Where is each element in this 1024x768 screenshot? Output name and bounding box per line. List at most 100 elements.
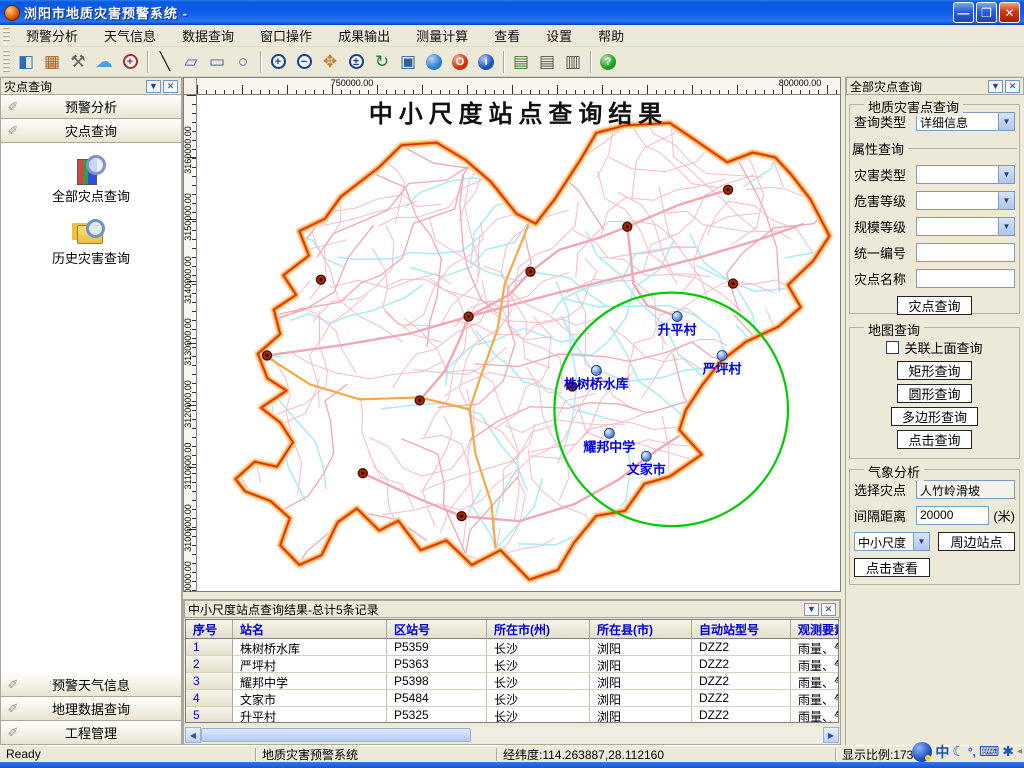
theme-map-icon[interactable]: ▦ <box>40 50 64 74</box>
table-row[interactable]: 2严坪村P5363长沙浏阳DZZ2雨量、气 <box>186 656 838 673</box>
pin-icon[interactable]: ▼ <box>146 80 161 93</box>
group-header-地理数据查询[interactable]: ✐地理数据查询 <box>0 697 182 721</box>
menu-grip[interactable] <box>3 27 10 44</box>
nearby-stations-button[interactable]: 周边站点 <box>938 532 1015 551</box>
group-header-预警分析[interactable]: ✐预警分析 <box>0 95 182 119</box>
column-header-7[interactable]: 观测要素 <box>791 620 839 639</box>
menu-item-9[interactable]: 帮助 <box>585 24 637 47</box>
chevron-down-icon[interactable]: ▼ <box>913 533 929 550</box>
restore-button[interactable]: ❐ <box>976 2 997 23</box>
chevron-down-icon[interactable]: ▼ <box>998 218 1014 235</box>
map-output-icon[interactable]: ▤ <box>509 50 533 74</box>
cloud-weather-icon[interactable]: ☁ <box>92 50 116 74</box>
zoom-in-icon[interactable]: + <box>266 50 290 74</box>
map-query-button-4[interactable]: 点击查询 <box>897 430 971 449</box>
menu-item-3[interactable]: 数据查询 <box>169 24 247 47</box>
info-icon[interactable]: i <box>474 50 498 74</box>
ime-logo-icon[interactable] <box>912 742 932 762</box>
close-icon[interactable]: ✕ <box>821 603 836 616</box>
ime-collapse-icon[interactable]: ◂ <box>1017 746 1022 757</box>
ime-keyboard-icon[interactable]: ⌨ <box>979 743 999 760</box>
draw-line-icon[interactable]: ╲ <box>153 50 177 74</box>
column-header-4[interactable]: 所在市(州) <box>487 620 590 639</box>
click-view-button[interactable]: 点击查看 <box>854 558 930 577</box>
globe-icon[interactable] <box>422 50 446 74</box>
group-header-工程管理[interactable]: ✐工程管理 <box>0 721 182 745</box>
title-bar: 浏阳市地质灾害预警系统 - — ❐ ✕ <box>0 0 1024 25</box>
close-button[interactable]: ✕ <box>999 2 1020 23</box>
chevron-down-icon[interactable]: ▼ <box>998 113 1014 130</box>
toolbar-grip[interactable] <box>3 50 10 73</box>
print-preview-icon[interactable]: ▥ <box>561 50 585 74</box>
table-row[interactable]: 4文家市P5484长沙浏阳DZZ2雨量、气 <box>186 690 838 707</box>
link-above-checkbox[interactable] <box>886 341 899 354</box>
menu-item-6[interactable]: 测量计算 <box>403 24 481 47</box>
table-row[interactable]: 3耀邦中学P5398长沙浏阳DZZ2雨量、气 <box>186 673 838 690</box>
menu-item-7[interactable]: 查看 <box>481 24 533 47</box>
vertical-ruler: 3160000.003150000.003140000.003130000.00… <box>183 95 197 592</box>
危害等级-select[interactable]: ▼ <box>916 191 1015 210</box>
draw-polygon-icon[interactable]: ▱ <box>179 50 203 74</box>
distance-input[interactable]: 20000 <box>916 506 989 525</box>
pin-icon[interactable]: ▼ <box>988 80 1003 93</box>
scrollbar-thumb[interactable] <box>201 728 471 742</box>
stop-icon[interactable]: O <box>448 50 472 74</box>
table-row[interactable]: 1株树桥水库P5359长沙浏阳DZZ2雨量、气 <box>186 639 838 656</box>
map-select-icon[interactable]: ◧ <box>14 50 38 74</box>
灾点名称-input[interactable] <box>916 269 1015 288</box>
zoom-extent-icon[interactable]: ± <box>344 50 368 74</box>
ime-halfwidth-icon[interactable]: ☾ <box>952 743 965 760</box>
chevron-down-icon[interactable]: ▼ <box>998 192 1014 209</box>
group-header-预警天气信息[interactable]: ✐预警天气信息 <box>0 673 182 697</box>
station-label: 文家市 <box>627 462 666 477</box>
pin-icon[interactable]: ▼ <box>804 603 819 616</box>
pan-hand-icon[interactable]: ✥ <box>318 50 342 74</box>
scale-select[interactable]: 中小尺度 ▼ <box>854 532 930 551</box>
灾害类型-select[interactable]: ▼ <box>916 165 1015 184</box>
menu-item-8[interactable]: 设置 <box>533 24 585 47</box>
map-query-button-3[interactable]: 多边形查询 <box>891 407 978 426</box>
horizontal-scrollbar[interactable]: ◀ ▶ <box>185 727 839 743</box>
map-query-button-2[interactable]: 圆形查询 <box>897 384 971 403</box>
chevron-down-icon[interactable]: ▼ <box>998 166 1014 183</box>
sidebar-item-history-disaster-query[interactable]: 历史灾害查询 <box>1 217 181 267</box>
map-query-button-1[interactable]: 矩形查询 <box>897 361 971 380</box>
disaster-query-button[interactable]: 灾点查询 <box>897 296 971 315</box>
help-icon[interactable]: ? <box>596 50 620 74</box>
menu-item-4[interactable]: 窗口操作 <box>247 24 325 47</box>
locate-target-icon[interactable]: + <box>118 50 142 74</box>
ime-chinese-mode-icon[interactable]: 中 <box>935 742 949 762</box>
map-canvas[interactable]: 升平村严坪村株树桥水库耀邦中学文家市中小尺度站点查询结果 <box>197 95 841 592</box>
selected-point-field[interactable]: 人竹岭滑坡 <box>916 480 1015 499</box>
column-header-6[interactable]: 自动站型号 <box>692 620 791 639</box>
menu-item-5[interactable]: 成果输出 <box>325 24 403 47</box>
draw-rectangle-icon[interactable]: ▭ <box>205 50 229 74</box>
window-title: 浏阳市地质灾害预警系统 - <box>24 3 188 22</box>
column-header-5[interactable]: 所在县(市) <box>590 620 692 639</box>
ime-punctuation-icon[interactable]: °, <box>968 745 976 759</box>
sidebar-item-all-disaster-query[interactable]: 全部灾点查询 <box>1 155 181 205</box>
zoom-out-icon[interactable]: − <box>292 50 316 74</box>
column-header-2[interactable]: 站名 <box>233 620 387 639</box>
规模等级-select[interactable]: ▼ <box>916 217 1015 236</box>
menu-item-1[interactable]: 预警分析 <box>13 24 91 47</box>
menu-item-2[interactable]: 天气信息 <box>91 24 169 47</box>
scroll-right-icon[interactable]: ▶ <box>823 727 839 743</box>
map-query-group: 地图查询 关联上面查询 矩形查询圆形查询多边形查询点击查询 <box>849 327 1020 459</box>
scroll-left-icon[interactable]: ◀ <box>185 727 201 743</box>
column-header-3[interactable]: 区站号 <box>387 620 487 639</box>
column-header-1[interactable]: 序号 <box>186 620 233 639</box>
minimize-button[interactable]: — <box>953 2 974 23</box>
close-icon[interactable]: ✕ <box>1005 80 1020 93</box>
analysis-tool-icon[interactable]: ⚒ <box>66 50 90 74</box>
horizontal-splitter[interactable] <box>183 592 841 599</box>
draw-ellipse-icon[interactable]: ○ <box>231 50 255 74</box>
refresh-view-icon[interactable]: ↻ <box>370 50 394 74</box>
统一编号-input[interactable] <box>916 243 1015 262</box>
table-row[interactable]: 5升平村P5325长沙浏阳DZZ2雨量、气 <box>186 707 838 723</box>
close-icon[interactable]: ✕ <box>163 80 178 93</box>
copy-layers-icon[interactable]: ▣ <box>396 50 420 74</box>
ime-settings-gear-icon[interactable]: ✱ <box>1002 743 1014 760</box>
print-icon[interactable]: ▤ <box>535 50 559 74</box>
group-header-灾点查询[interactable]: ✐灾点查询 <box>0 119 182 143</box>
